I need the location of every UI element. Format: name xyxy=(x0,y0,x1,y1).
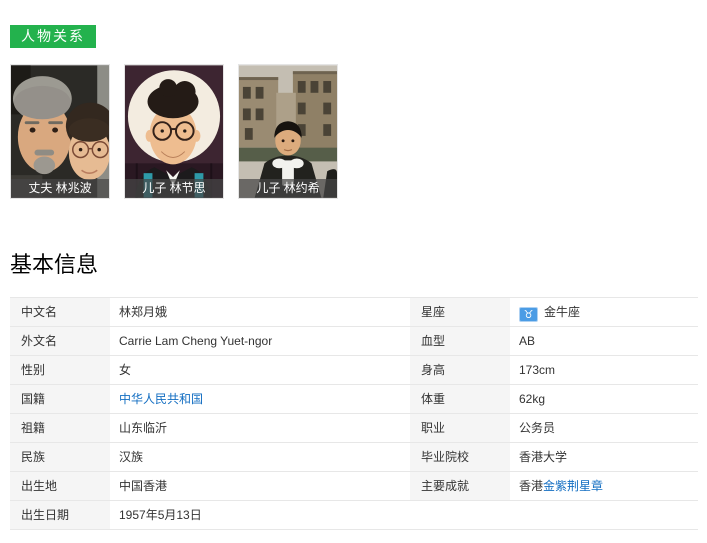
info-value: 山东临沂 xyxy=(110,414,410,442)
info-value: 中华人民共和国 xyxy=(110,385,410,413)
inline-link[interactable]: 中华人民共和国 xyxy=(119,392,203,406)
value-text: 公务员 xyxy=(519,421,555,435)
info-value: 香港大学 xyxy=(510,443,698,471)
info-label: 星座 xyxy=(410,298,510,326)
photo-caption: 丈夫 林兆波 xyxy=(11,179,109,198)
info-value xyxy=(510,501,698,529)
info-label: 出生地 xyxy=(10,472,110,500)
info-value: 林郑月娥 xyxy=(110,298,410,326)
info-label: 出生日期 xyxy=(10,501,110,529)
info-value: 汉族 xyxy=(110,443,410,471)
value-text: 62kg xyxy=(519,392,545,406)
value-text: 中国香港 xyxy=(119,479,167,493)
photo-caption: 儿子 林节思 xyxy=(125,179,223,198)
info-value: 中国香港 xyxy=(110,472,410,500)
value-text: 香港大学 xyxy=(519,450,567,464)
baike-profile-page: 人物关系 xyxy=(0,0,707,543)
info-label: 血型 xyxy=(410,327,510,355)
info-label: 中文名 xyxy=(10,298,110,326)
info-row: 出生地中国香港 主要成就香港金紫荆星章 xyxy=(10,472,698,501)
value-text: 1957年5月13日 xyxy=(119,508,202,522)
value-text: Carrie Lam Cheng Yuet-ngor xyxy=(119,334,272,348)
value-text: 女 xyxy=(119,363,131,377)
info-label: 体重 xyxy=(410,385,510,413)
info-row: 中文名林郑月娥 星座 ♉ 金牛座 xyxy=(10,298,698,327)
info-value: 1957年5月13日 xyxy=(110,501,410,529)
info-row: 性别女 身高 173cm xyxy=(10,356,698,385)
value-text: 山东临沂 xyxy=(119,421,167,435)
info-label: 民族 xyxy=(10,443,110,471)
photo-caption: 儿子 林约希 xyxy=(239,179,337,198)
info-value: 女 xyxy=(110,356,410,384)
value-text: 金牛座 xyxy=(544,305,580,319)
value-text: 香港 xyxy=(519,479,543,493)
value-text: AB xyxy=(519,334,535,348)
taurus-icon: ♉ xyxy=(519,307,538,322)
relations-section-tag: 人物关系 xyxy=(10,25,96,48)
info-label: 身高 xyxy=(410,356,510,384)
relation-card-husband[interactable]: 丈夫 林兆波 xyxy=(10,64,110,199)
info-value: 公务员 xyxy=(510,414,698,442)
info-value: 173cm xyxy=(510,356,698,384)
info-row: 外文名 Carrie Lam Cheng Yuet-ngor 血型 AB xyxy=(10,327,698,356)
info-row: 国籍中华人民共和国 体重 62kg xyxy=(10,385,698,414)
relations-photo-row: 丈夫 林兆波 xyxy=(10,64,707,199)
info-label: 性别 xyxy=(10,356,110,384)
info-label: 主要成就 xyxy=(410,472,510,500)
info-label: 国籍 xyxy=(10,385,110,413)
info-label: 外文名 xyxy=(10,327,110,355)
info-label xyxy=(410,501,510,529)
info-value: ♉ 金牛座 xyxy=(510,298,698,326)
value-text: 汉族 xyxy=(119,450,143,464)
info-value: Carrie Lam Cheng Yuet-ngor xyxy=(110,327,410,355)
info-row: 民族汉族 毕业院校香港大学 xyxy=(10,443,698,472)
info-label: 毕业院校 xyxy=(410,443,510,471)
basic-info-table: 中文名林郑月娥 星座 ♉ 金牛座外文名 Carrie Lam Cheng Yuet-ng… xyxy=(10,297,698,530)
info-value: AB xyxy=(510,327,698,355)
value-text: 173cm xyxy=(519,363,555,377)
relation-card-son-1[interactable]: 儿子 林节思 xyxy=(124,64,224,199)
relation-card-son-2[interactable]: 儿子 林约希 xyxy=(238,64,338,199)
inline-link[interactable]: 金紫荆星章 xyxy=(543,479,603,493)
info-value: 62kg xyxy=(510,385,698,413)
info-row: 祖籍山东临沂 职业公务员 xyxy=(10,414,698,443)
basic-info-title: 基本信息 xyxy=(10,252,707,278)
info-value: 香港金紫荆星章 xyxy=(510,472,698,500)
info-label: 祖籍 xyxy=(10,414,110,442)
info-row: 出生日期 1957年5月13日 xyxy=(10,501,698,530)
info-label: 职业 xyxy=(410,414,510,442)
value-text: 林郑月娥 xyxy=(119,305,167,319)
